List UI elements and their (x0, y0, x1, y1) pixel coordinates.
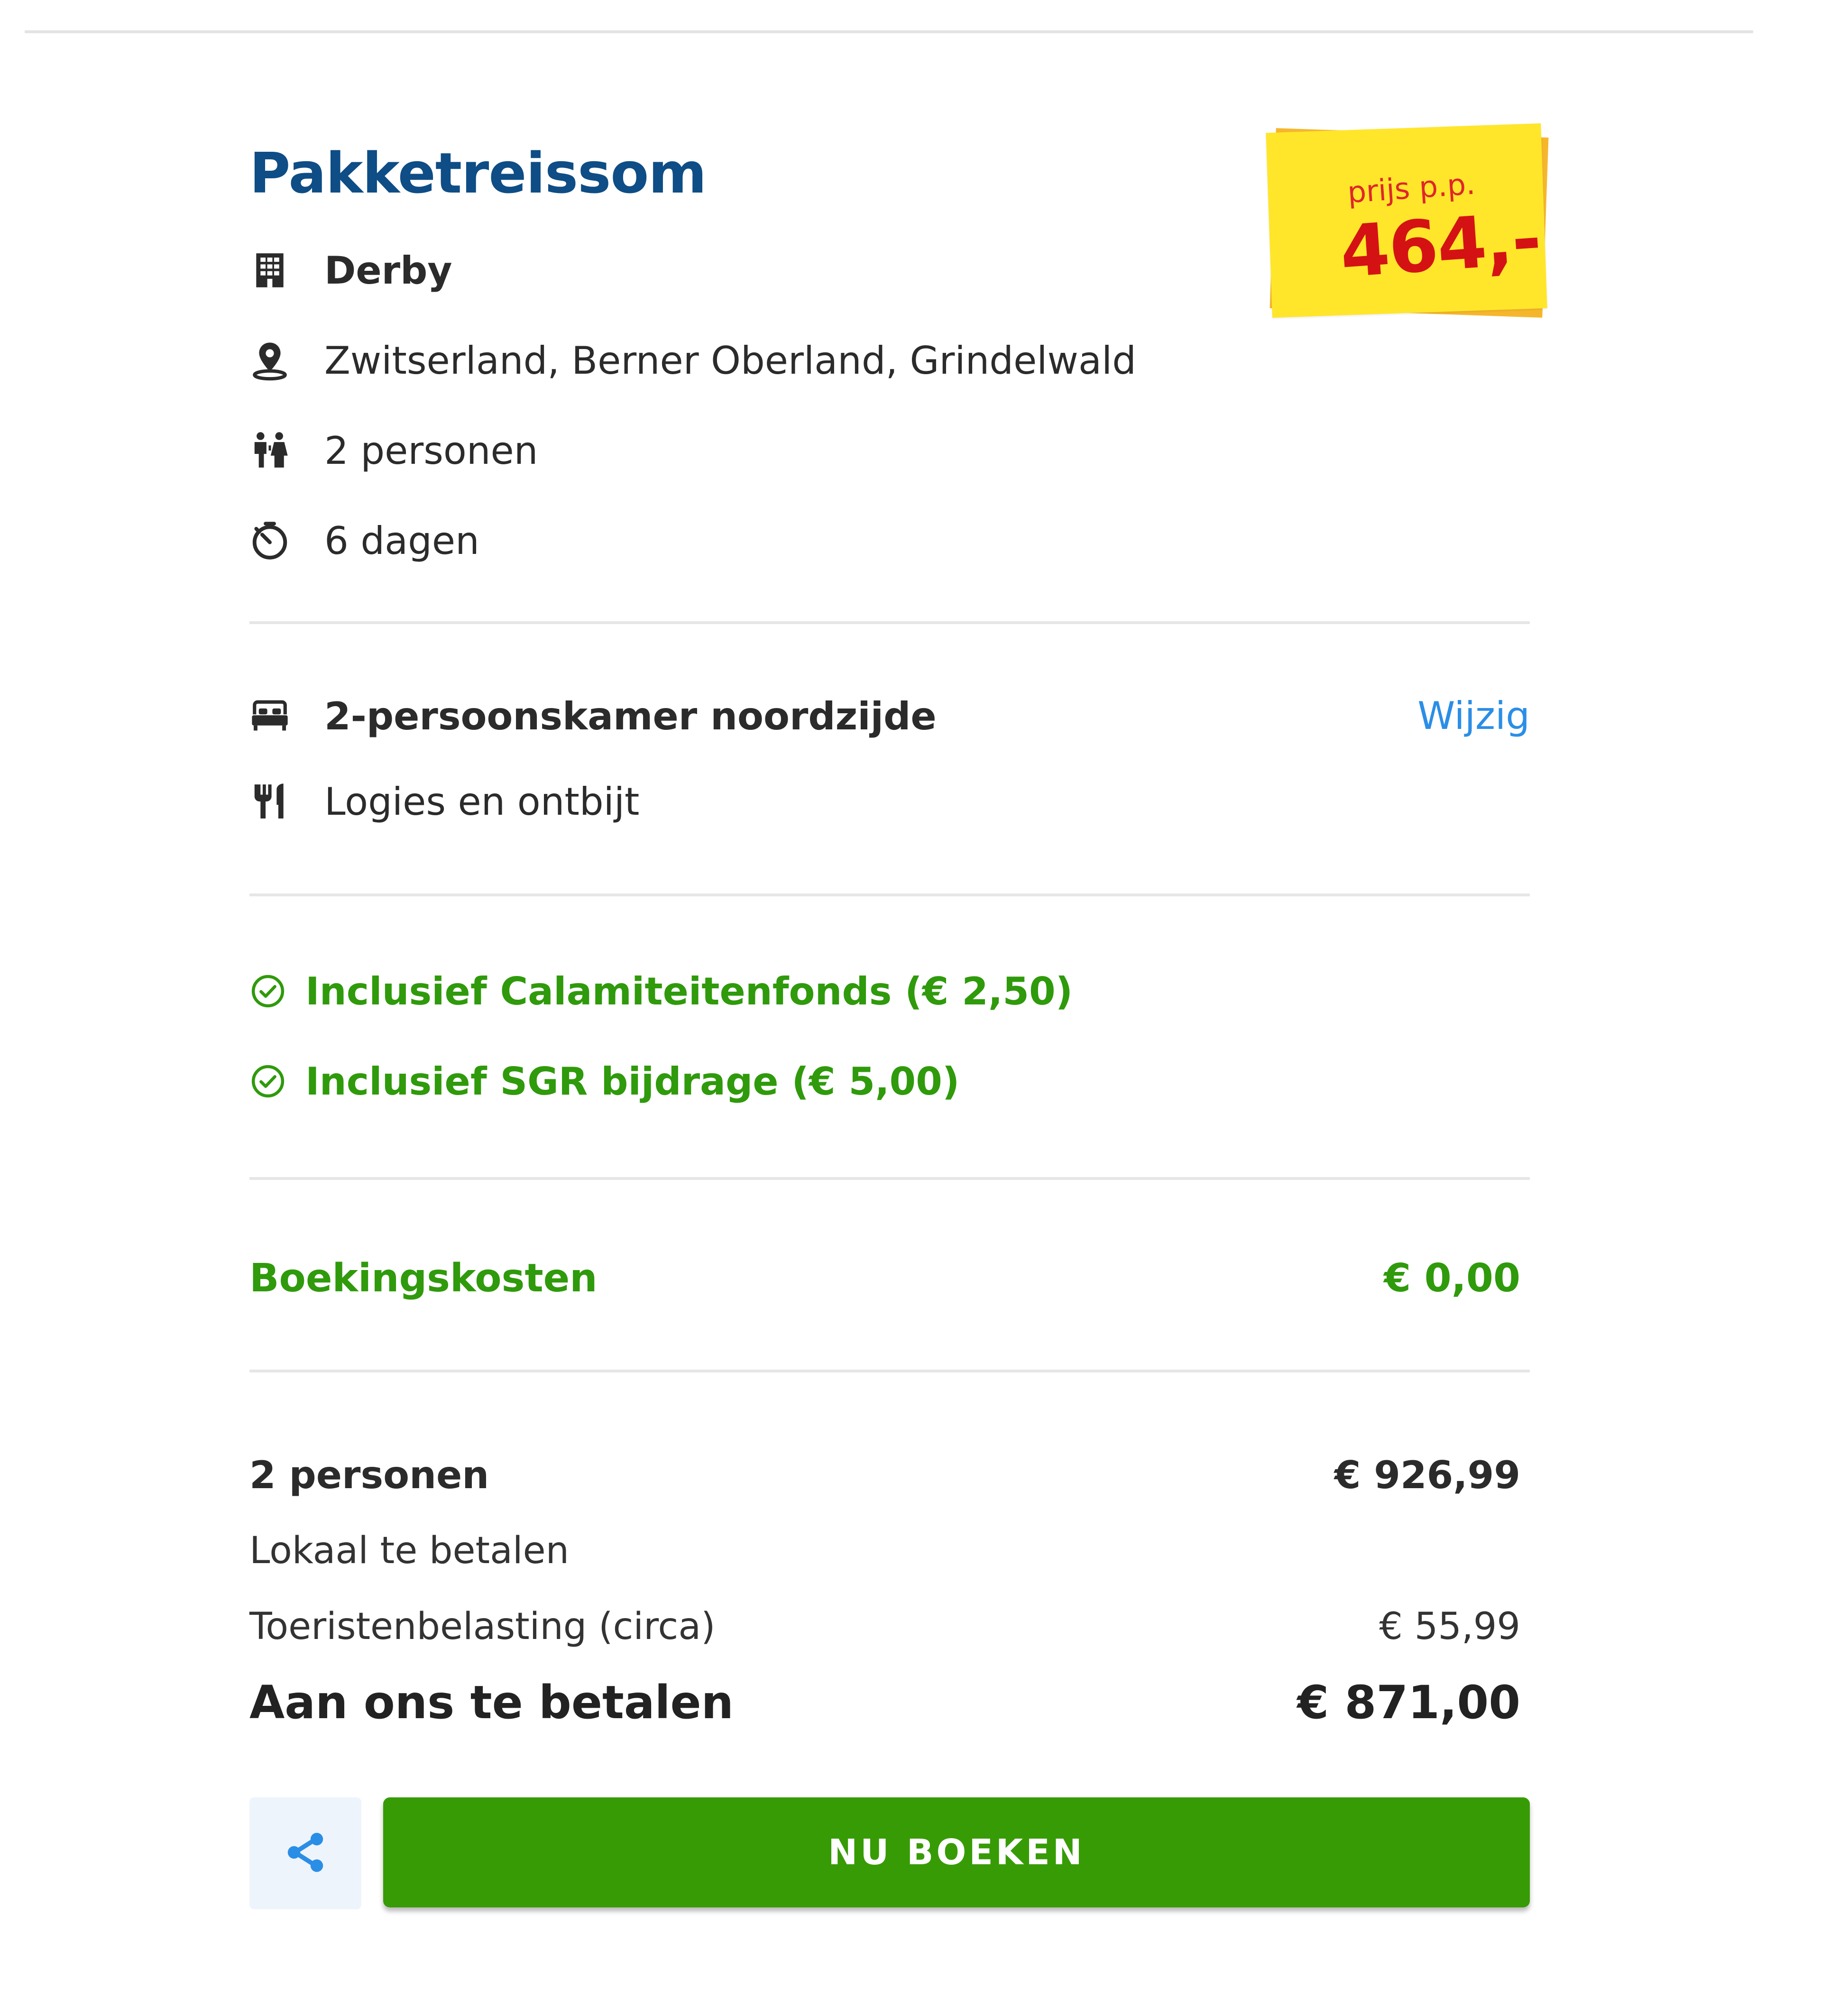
persons-text: 2 personen (324, 428, 538, 473)
total-label: Aan ons te betalen (249, 1676, 734, 1729)
change-room-link[interactable]: Wijzig (1417, 692, 1530, 740)
local-payment-label: Lokaal te betalen (249, 1529, 570, 1572)
page-title: Pakketreissom (249, 140, 707, 206)
price-tag: prijs p.p. 464,- (1266, 123, 1554, 327)
people-icon (249, 427, 297, 474)
room-name: 2-persoonskamer noordzijde (324, 694, 937, 738)
duration-row: 6 dagen (249, 517, 479, 564)
booking-summary-card: Pakketreissom prijs p.p. 464,- Derby Zwi… (249, 0, 1549, 2016)
share-button[interactable] (249, 1797, 361, 1909)
divider (249, 893, 1530, 896)
location-row: Zwitserland, Berner Oberland, Grindelwal… (249, 337, 1136, 384)
inclusion-text: Inclusief Calamiteitenfonds (€ 2,50) (305, 969, 1073, 1013)
inclusion-item: Inclusief SGR bijdrage (€ 5,00) (249, 1058, 959, 1105)
total-row: Aan ons te betalen € 871,00 (249, 1674, 1520, 1731)
divider (249, 1370, 1530, 1372)
persons-price-label: 2 personen (249, 1453, 489, 1497)
tourist-tax-label: Toeristenbelasting (circa) (249, 1605, 716, 1648)
fork-knife-icon (249, 778, 297, 825)
booking-fee-value: € 0,00 (1384, 1255, 1520, 1301)
hotel-row: Derby (249, 247, 452, 294)
building-icon (249, 247, 297, 294)
inclusion-text: Inclusief SGR bijdrage (€ 5,00) (305, 1059, 960, 1104)
location-text: Zwitserland, Berner Oberland, Grindelwal… (324, 338, 1136, 383)
booking-fee-label: Boekingskosten (249, 1255, 598, 1301)
inclusion-item: Inclusief Calamiteitenfonds (€ 2,50) (249, 967, 1073, 1015)
check-circle-icon (249, 967, 286, 1015)
total-value: € 871,00 (1297, 1676, 1520, 1729)
persons-price-row: 2 personen € 926,99 (249, 1451, 1520, 1499)
booking-fee-row: Boekingskosten € 0,00 (249, 1252, 1520, 1304)
price-tag-value: 464,- (1337, 197, 1543, 294)
bed-icon (249, 692, 297, 740)
tourist-tax-value: € 55,99 (1379, 1605, 1520, 1648)
map-pin-icon (249, 337, 297, 384)
hotel-name: Derby (324, 248, 452, 293)
tourist-tax-row: Toeristenbelasting (circa) € 55,99 (249, 1603, 1520, 1650)
board-text: Logies en ontbijt (324, 779, 640, 824)
persons-row: 2 personen (249, 427, 538, 474)
divider (249, 1177, 1530, 1180)
local-payment-row: Lokaal te betalen (249, 1527, 1520, 1574)
duration-text: 6 dagen (324, 518, 479, 563)
persons-price-value: € 926,99 (1334, 1453, 1520, 1497)
share-icon (283, 1830, 328, 1877)
divider (249, 621, 1530, 624)
room-row: 2-persoonskamer noordzijde (249, 692, 937, 740)
check-circle-icon (249, 1058, 286, 1105)
stopwatch-icon (249, 517, 297, 564)
board-row: Logies en ontbijt (249, 778, 639, 825)
book-now-button[interactable]: NU BOEKEN (383, 1797, 1530, 1907)
